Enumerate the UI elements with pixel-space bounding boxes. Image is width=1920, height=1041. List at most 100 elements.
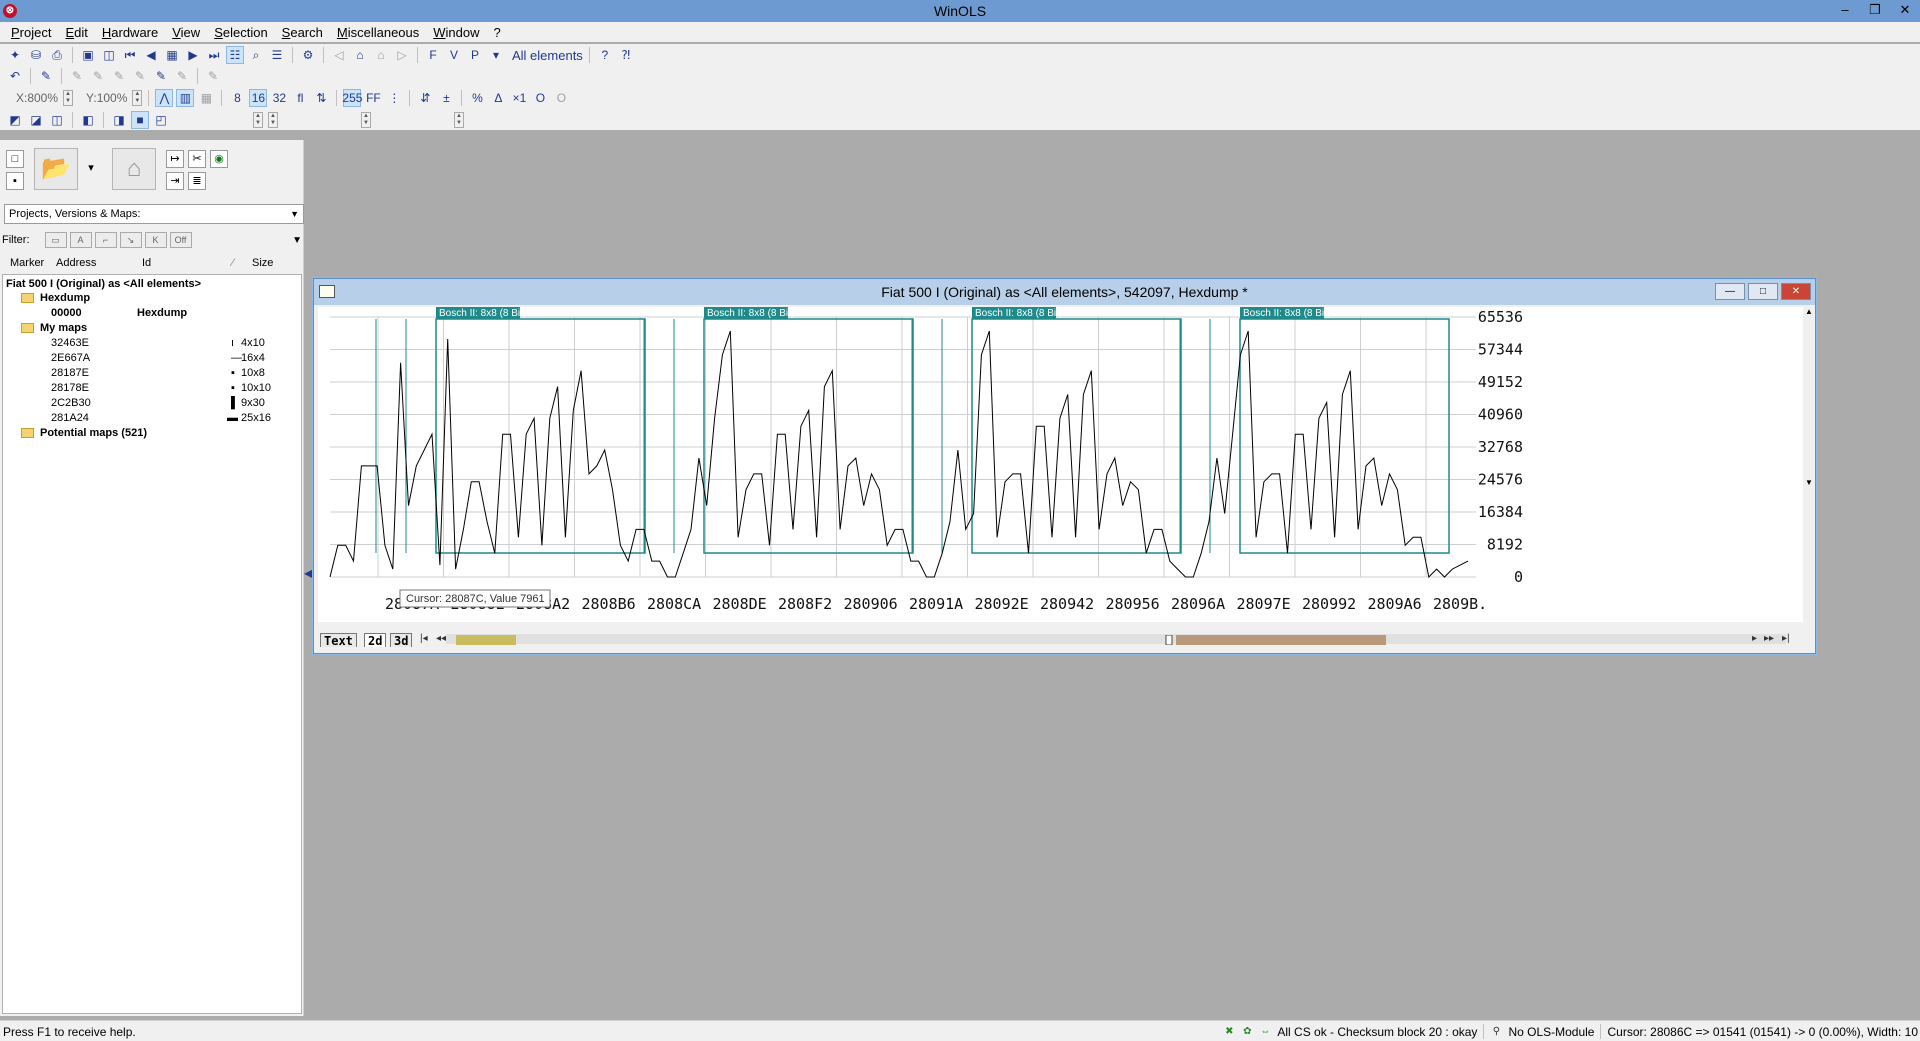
map-row[interactable]: 28187E ▪ 10x8	[51, 366, 291, 380]
tool5-icon[interactable]: ✎	[152, 67, 170, 85]
menu-edit[interactable]: Edit	[58, 25, 94, 40]
tool-icon[interactable]: ⚙	[299, 46, 317, 64]
filter-type-icon[interactable]: ▭	[44, 232, 67, 248]
filter-a-icon[interactable]: A	[69, 232, 92, 248]
new-file-icon[interactable]: □	[6, 150, 24, 168]
previous-icon[interactable]: ◀	[142, 46, 160, 64]
zoom-y-label[interactable]: Y:100%	[86, 91, 127, 105]
binary-icon[interactable]: ⋮	[385, 89, 403, 107]
float-icon[interactable]: fl	[291, 89, 309, 107]
lohi-icon[interactable]: ⇵	[416, 89, 434, 107]
tree-project[interactable]: Fiat 500 I (Original) as <All elements>	[6, 277, 201, 291]
header-sort[interactable]: ⁄	[232, 257, 234, 269]
status-checksum[interactable]: All CS ok - Checksum block 20 : okay	[1277, 1025, 1477, 1039]
zoom-x-spinner[interactable]: ▲ ▼	[63, 90, 74, 106]
map-tool7-icon[interactable]: ◰	[152, 111, 170, 129]
tab-3d[interactable]: 3d	[390, 633, 413, 648]
spinner-3[interactable]: ▲ ▼	[361, 112, 371, 128]
filter-off-button[interactable]: Off	[169, 232, 192, 248]
collapse-panel-icon[interactable]: ◀	[304, 566, 313, 580]
table-icon[interactable]: ▦	[163, 46, 181, 64]
menu-window[interactable]: Window	[426, 25, 486, 40]
next-page-icon[interactable]: ▸▸	[1764, 633, 1774, 644]
import-folder-icon[interactable]: ⌂	[112, 148, 156, 190]
header-marker[interactable]: Marker	[10, 257, 44, 269]
horizontal-scrollbar[interactable]	[446, 634, 1786, 646]
menu-view[interactable]: View	[165, 25, 207, 40]
map-row[interactable]: 281A24 ▬ 25x16	[51, 411, 291, 425]
last-icon[interactable]: ⏭	[205, 46, 223, 64]
tab-2d[interactable]: 2d	[364, 633, 387, 648]
export-icon[interactable]: ↦	[166, 150, 184, 168]
first-icon[interactable]: ⏮	[121, 46, 139, 64]
decimal-icon[interactable]: 255	[342, 89, 362, 107]
maximize-button[interactable]: □	[1748, 283, 1778, 300]
restore-button[interactable]: ❐	[1868, 2, 1882, 18]
print-icon[interactable]: ⎙	[48, 46, 66, 64]
zoom-y-spinner[interactable]: ▲ ▼	[132, 90, 143, 106]
map-row[interactable]: 2C2B30 ▌ 9x30	[51, 396, 291, 410]
tool4-icon[interactable]: ✎	[131, 67, 149, 85]
tree-folder-hexdump[interactable]: Hexdump	[21, 291, 90, 305]
menu-help[interactable]: ?	[487, 25, 508, 40]
minimize-button[interactable]: –	[1838, 2, 1852, 18]
edit-icon[interactable]: ✎	[37, 67, 55, 85]
checksum-icon[interactable]: ⌂	[351, 46, 369, 64]
tree-folder-mymaps[interactable]: My maps	[21, 321, 87, 335]
tool3-icon[interactable]: ✎	[110, 67, 128, 85]
16bit-icon[interactable]: 16	[249, 89, 268, 107]
header-id[interactable]: Id	[142, 257, 151, 269]
spinner-1[interactable]: ▲ ▼	[253, 112, 263, 128]
up-icon[interactable]: ⌂	[372, 46, 390, 64]
filter-b-icon[interactable]: ⌐	[94, 232, 117, 248]
menu-project[interactable]: Project	[4, 25, 58, 40]
percent-icon[interactable]: %	[468, 89, 486, 107]
map-row[interactable]: 2E667A — 16x4	[51, 351, 291, 365]
original-icon[interactable]: O	[531, 89, 549, 107]
chevron-down-icon[interactable]: ▾	[487, 46, 505, 64]
minimize-button[interactable]: —	[1715, 283, 1745, 300]
grid-icon[interactable]: ▦	[197, 89, 215, 107]
original-gray-icon[interactable]: O	[552, 89, 570, 107]
tools-icon[interactable]: ✂	[188, 150, 206, 168]
map-row[interactable]: 28178E ▪ 10x10	[51, 381, 291, 395]
copy-icon[interactable]: ⇥	[166, 172, 184, 190]
menu-miscellaneous[interactable]: Miscellaneous	[330, 25, 426, 40]
map-tool2-icon[interactable]: ◪	[27, 111, 45, 129]
list-icon[interactable]: ☰	[268, 46, 286, 64]
database-icon[interactable]: ⛁	[27, 46, 45, 64]
properties-icon[interactable]: ≣	[188, 172, 206, 190]
sign-icon[interactable]: ±	[437, 89, 455, 107]
back-icon[interactable]: ◁	[330, 46, 348, 64]
bars-icon[interactable]: ▥	[176, 89, 195, 107]
tool1-icon[interactable]: ✎	[68, 67, 86, 85]
header-size[interactable]: Size	[252, 257, 273, 269]
delta-icon[interactable]: Δ	[489, 89, 507, 107]
menu-hardware[interactable]: Hardware	[95, 25, 165, 40]
help-icon[interactable]: ?	[596, 46, 614, 64]
factor-icon[interactable]: ×1	[510, 89, 528, 107]
vertical-scrollbar[interactable]: ▲ ▼	[1803, 307, 1815, 622]
globe-icon[interactable]: ◉	[210, 150, 228, 168]
p-icon[interactable]: P	[466, 46, 484, 64]
chevron-down-icon[interactable]: ▼	[292, 235, 302, 246]
tool2-icon[interactable]: ✎	[89, 67, 107, 85]
f-icon[interactable]: F	[424, 46, 442, 64]
header-address[interactable]: Address	[56, 257, 96, 269]
map-tool1-icon[interactable]: ◩	[6, 111, 24, 129]
window-icon[interactable]: ▣	[79, 46, 97, 64]
zoom-x-label[interactable]: X:800%	[16, 91, 58, 105]
8bit-icon[interactable]: 8	[228, 89, 246, 107]
tree-view-icon[interactable]: ☷	[226, 46, 244, 64]
open-folder-icon[interactable]: 📂	[34, 148, 78, 190]
context-help-icon[interactable]: ⁈	[617, 46, 635, 64]
previous-page-icon[interactable]: ◂◂	[436, 633, 446, 644]
tool7-icon[interactable]: ✎	[204, 67, 222, 85]
hexdump-2d-plot[interactable]: Bosch II: 8x8 (8 Bit) Bosch II: 8x8 (8 Bi…	[318, 307, 1808, 622]
next-icon[interactable]: ▶	[184, 46, 202, 64]
hex-icon[interactable]: FF	[364, 89, 382, 107]
menu-selection[interactable]: Selection	[207, 25, 274, 40]
next-icon[interactable]: ▸	[1752, 633, 1757, 644]
find-icon[interactable]: ⌕	[247, 46, 265, 64]
tab-text[interactable]: Text	[320, 633, 357, 648]
